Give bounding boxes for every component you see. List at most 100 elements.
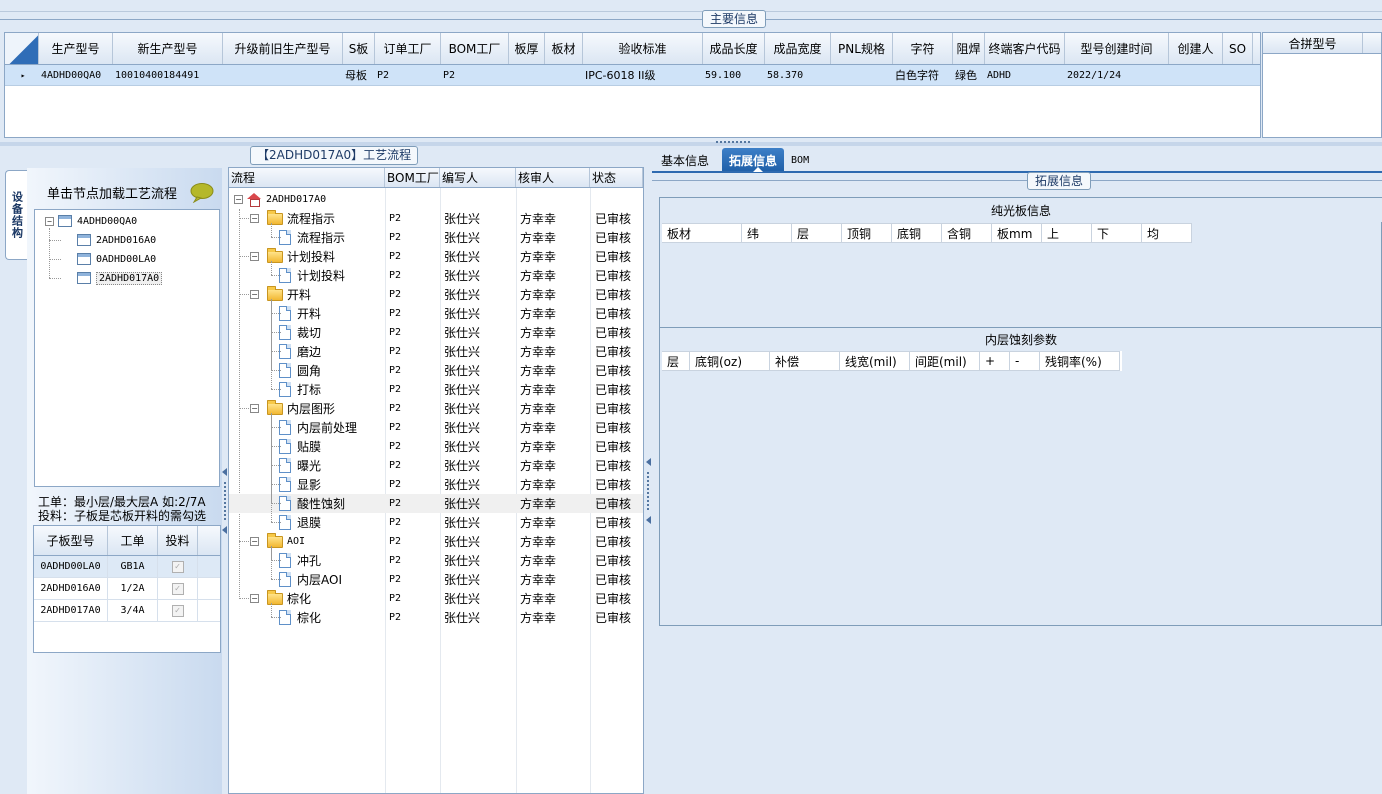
tab-bom[interactable]: BOM: [784, 148, 816, 172]
table-cell[interactable]: ADHD: [985, 65, 1065, 85]
flow-step-row[interactable]: 曝光 P2 张仕兴 方幸幸 已审核: [229, 456, 643, 475]
col-header[interactable]: 验收标准: [583, 33, 703, 64]
collapse-left-icon[interactable]: [222, 468, 227, 476]
table-cell[interactable]: 2022/1/24: [1065, 65, 1169, 85]
col-header[interactable]: BOM工厂: [385, 168, 440, 187]
table-cell[interactable]: 4ADHD00QA0: [39, 65, 113, 85]
col-header[interactable]: 编写人: [440, 168, 516, 187]
table-cell[interactable]: 母板: [343, 65, 375, 85]
tree-node-child[interactable]: 0ADHD00LA0: [77, 250, 156, 268]
col-header[interactable]: 核审人: [516, 168, 590, 187]
flow-step-row[interactable]: 计划投料 P2 张仕兴 方幸幸 已审核: [229, 266, 643, 285]
flow-folder-row[interactable]: − 流程指示 P2 张仕兴 方幸幸 已审核: [229, 209, 643, 228]
col-header[interactable]: 纬: [742, 223, 792, 243]
table-cell[interactable]: [223, 65, 343, 85]
col-header[interactable]: 底铜(oz): [690, 351, 770, 371]
collapse-icon[interactable]: −: [234, 195, 243, 204]
table-cell[interactable]: 58.370: [765, 65, 831, 85]
col-header[interactable]: 升级前旧生产型号: [223, 33, 343, 64]
col-header[interactable]: 板材: [662, 223, 742, 243]
flow-step-row[interactable]: 开料 P2 张仕兴 方幸幸 已审核: [229, 304, 643, 323]
table-cell[interactable]: 绿色: [953, 65, 985, 85]
col-header[interactable]: 间距(mil): [910, 351, 980, 371]
flow-step-row[interactable]: 酸性蚀刻 P2 张仕兴 方幸幸 已审核: [229, 494, 643, 513]
col-header[interactable]: 层: [792, 223, 842, 243]
flow-step-row[interactable]: 圆角 P2 张仕兴 方幸幸 已审核: [229, 361, 643, 380]
grid-corner[interactable]: [5, 33, 39, 64]
col-header[interactable]: 型号创建时间: [1065, 33, 1169, 64]
table-cell[interactable]: P2: [441, 65, 509, 85]
col-header[interactable]: BOM工厂: [441, 33, 509, 64]
col-header[interactable]: S板: [343, 33, 375, 64]
table-cell[interactable]: 59.100: [703, 65, 765, 85]
flow-folder-row[interactable]: − 开料 P2 张仕兴 方幸幸 已审核: [229, 285, 643, 304]
col-header[interactable]: 工单: [108, 526, 158, 555]
col-header[interactable]: 流程: [229, 168, 385, 187]
col-header[interactable]: 阻焊: [953, 33, 985, 64]
flow-step-row[interactable]: 流程指示 P2 张仕兴 方幸幸 已审核: [229, 228, 643, 247]
col-header[interactable]: 上: [1042, 223, 1092, 243]
flow-step-row[interactable]: 棕化 P2 张仕兴 方幸幸 已审核: [229, 608, 643, 627]
table-row[interactable]: 0ADHD00LA0 GB1A ✓: [34, 556, 220, 578]
col-header[interactable]: 板厚: [509, 33, 545, 64]
col-header[interactable]: 成品长度: [703, 33, 765, 64]
flow-step-row[interactable]: 内层前处理 P2 张仕兴 方幸幸 已审核: [229, 418, 643, 437]
col-header[interactable]: 底铜: [892, 223, 942, 243]
flow-step-row[interactable]: 内层AOI P2 张仕兴 方幸幸 已审核: [229, 570, 643, 589]
feed-checkbox[interactable]: ✓: [171, 604, 184, 617]
col-header[interactable]: 顶铜: [842, 223, 892, 243]
col-header[interactable]: 下: [1092, 223, 1142, 243]
collapse-left-icon[interactable]: [646, 516, 651, 524]
table-cell[interactable]: [1169, 65, 1223, 85]
col-header[interactable]: 板材: [545, 33, 583, 64]
tab-basic-info[interactable]: 基本信息: [654, 148, 716, 172]
table-cell[interactable]: [1223, 65, 1253, 85]
table-cell[interactable]: [545, 65, 583, 85]
table-cell[interactable]: [831, 65, 893, 85]
col-header[interactable]: 状态: [590, 168, 643, 187]
flow-root-row[interactable]: − 2ADHD017A0: [229, 190, 643, 209]
flow-folder-row[interactable]: − 内层图形 P2 张仕兴 方幸幸 已审核: [229, 399, 643, 418]
collapse-left-icon[interactable]: [646, 458, 651, 466]
col-header[interactable]: 板mm: [992, 223, 1042, 243]
table-cell[interactable]: 白色字符: [893, 65, 953, 85]
table-cell[interactable]: 10010400184491: [113, 65, 223, 85]
flow-step-row[interactable]: 裁切 P2 张仕兴 方幸幸 已审核: [229, 323, 643, 342]
col-header[interactable]: 创建人: [1169, 33, 1223, 64]
flow-step-row[interactable]: 显影 P2 张仕兴 方幸幸 已审核: [229, 475, 643, 494]
flow-step-row[interactable]: 贴膜 P2 张仕兴 方幸幸 已审核: [229, 437, 643, 456]
tree-node-root[interactable]: − 4ADHD00QA0: [45, 212, 137, 230]
col-header[interactable]: 补偿: [770, 351, 840, 371]
col-header[interactable]: +: [980, 351, 1010, 371]
tree-node-child-selected[interactable]: 2ADHD017A0: [77, 269, 163, 287]
col-header[interactable]: 子板型号: [34, 526, 108, 555]
collapse-left-icon[interactable]: [222, 526, 227, 534]
table-row[interactable]: ▸ 4ADHD00QA0 10010400184491 母板 P2 P2 IPC-6018…: [5, 65, 1260, 86]
col-header[interactable]: 含铜: [942, 223, 992, 243]
feed-checkbox[interactable]: ✓: [171, 582, 184, 595]
col-header[interactable]: 均: [1142, 223, 1192, 243]
flow-folder-row[interactable]: − 计划投料 P2 张仕兴 方幸幸 已审核: [229, 247, 643, 266]
col-header[interactable]: 生产型号: [39, 33, 113, 64]
col-header[interactable]: 字符: [893, 33, 953, 64]
speech-bubble-icon[interactable]: [190, 183, 214, 204]
flow-step-row[interactable]: 磨边 P2 张仕兴 方幸幸 已审核: [229, 342, 643, 361]
col-header[interactable]: 新生产型号: [113, 33, 223, 64]
col-header[interactable]: 层: [662, 351, 690, 371]
table-row[interactable]: 2ADHD016A0 1/2A ✓: [34, 578, 220, 600]
merge-column-header[interactable]: 合拼型号: [1263, 33, 1363, 53]
table-cell[interactable]: [509, 65, 545, 85]
table-row[interactable]: 2ADHD017A0 3/4A ✓: [34, 600, 220, 622]
col-header[interactable]: -: [1010, 351, 1040, 371]
flow-step-row[interactable]: 退膜 P2 张仕兴 方幸幸 已审核: [229, 513, 643, 532]
flow-step-row[interactable]: 冲孔 P2 张仕兴 方幸幸 已审核: [229, 551, 643, 570]
col-header[interactable]: 投料: [158, 526, 198, 555]
col-header[interactable]: 订单工厂: [375, 33, 441, 64]
flow-folder-row[interactable]: − 棕化 P2 张仕兴 方幸幸 已审核: [229, 589, 643, 608]
table-cell[interactable]: P2: [375, 65, 441, 85]
flow-folder-row[interactable]: − AOI P2 张仕兴 方幸幸 已审核: [229, 532, 643, 551]
feed-checkbox[interactable]: ✓: [171, 560, 184, 573]
col-header[interactable]: SO: [1223, 33, 1253, 64]
flow-step-row[interactable]: 打标 P2 张仕兴 方幸幸 已审核: [229, 380, 643, 399]
col-header[interactable]: 线宽(mil): [840, 351, 910, 371]
